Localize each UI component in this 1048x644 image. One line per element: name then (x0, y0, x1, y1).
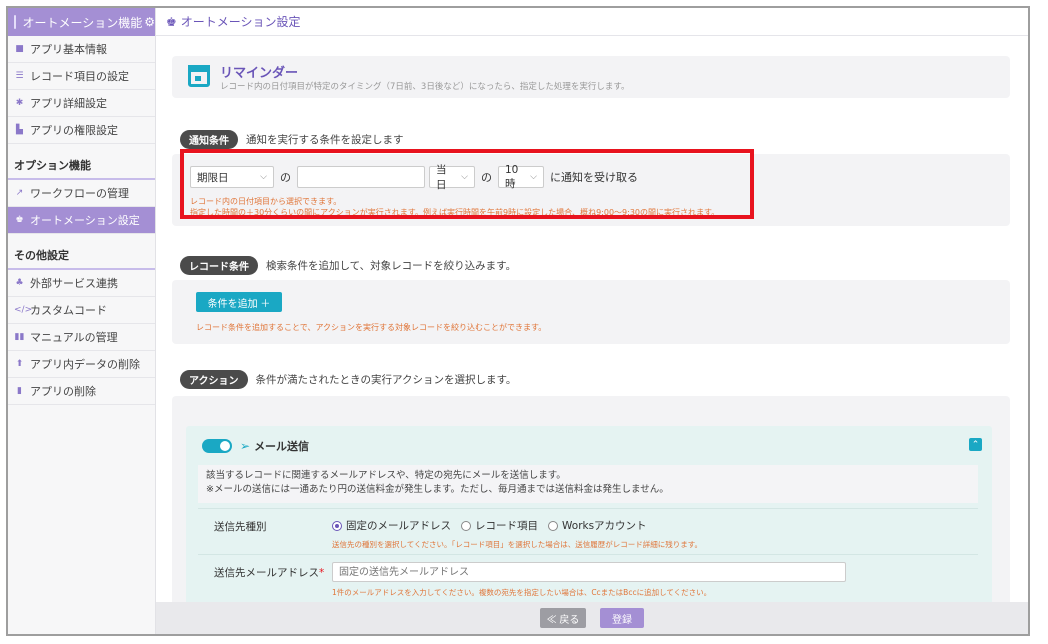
radio-record-field-label: レコード項目 (475, 520, 538, 532)
delete-data-icon: ⬆ (15, 359, 24, 369)
radio-works-account-label: Worksアカウント (562, 520, 647, 532)
collapse-icon[interactable]: ⌃ (969, 438, 982, 451)
destination-email-row: 送信先メールアドレス* 1件のメールアドレスを入力してください。複数の宛先を指定… (198, 554, 978, 600)
mail-action-header: ➢ メール送信 (202, 438, 309, 454)
mail-action-card: ➢ メール送信 ⌃ 該当するレコードに関連するメールアドレスや、特定の宛先にメー… (186, 426, 992, 602)
footer-bar: ≪ 戻る 登録 (156, 602, 1028, 634)
mail-description-line-2: ※メールの送信には一通あたり円の送信料金が発生します。ただし、毎月通までは送信料… (206, 484, 669, 495)
reminder-description: レコード内の日付項目が特定のタイミング（7日前、3日後など）になったら、指定した… (220, 82, 630, 92)
sidebar-item-manual[interactable]: ▮▮ マニュアルの管理 (8, 324, 155, 351)
back-button[interactable]: ≪ 戻る (540, 608, 586, 628)
action-section-header: アクション 条件が満たされたときの実行アクションを選択します。 (180, 370, 516, 389)
mail-description-line-1: 該当するレコードに関連するメールアドレスや、特定の宛先にメールを送信します。 (206, 470, 566, 481)
mail-description: 該当するレコードに関連するメールアドレスや、特定の宛先にメールを送信します。 ※… (198, 465, 978, 503)
app-window: オートメーション機能 ⚙ ■ アプリ基本情報 ☰ レコード項目の設定 ✱ アプリ… (6, 6, 1030, 636)
destination-email-input[interactable] (332, 562, 846, 582)
gear-icon[interactable]: ⚙ (144, 15, 155, 29)
link-icon: ♣ (15, 278, 24, 288)
record-pill: レコード条件 (180, 256, 258, 275)
sidebar-item-label: アプリの権限設定 (30, 124, 118, 137)
destination-type-label: 送信先種別 (214, 521, 267, 533)
destination-type-hint: 送信先の種別を選択してください。「レコード項目」を選択した場合は、送信履歴がレコ… (332, 540, 703, 549)
action-section-text: 条件が満たされたときの実行アクションを選択します。 (255, 374, 517, 386)
radio-fixed-email-label: 固定のメールアドレス (346, 520, 451, 532)
record-note: レコード条件を追加することで、アクションを実行する対象レコードを絞り込むことがで… (196, 323, 547, 332)
highlight-box (180, 149, 754, 219)
mail-enable-toggle[interactable] (202, 439, 232, 453)
sidebar-header: オートメーション機能 ⚙ (8, 8, 155, 36)
sidebar-item-custom-code[interactable]: </> カスタムコード (8, 297, 155, 324)
page-title: オートメーション設定 (180, 15, 301, 29)
sidebar-item-external[interactable]: ♣ 外部サービス連携 (8, 270, 155, 297)
send-icon: ➢ (240, 439, 251, 453)
notify-section-text: 通知を実行する条件を設定します (246, 134, 404, 146)
list-icon: ☰ (15, 71, 24, 81)
sidebar-item-label: アプリ基本情報 (30, 43, 107, 56)
automation-icon: ♚ (166, 14, 177, 29)
sidebar-item-workflow[interactable]: ↗ ワークフローの管理 (8, 180, 155, 207)
required-mark: * (319, 567, 325, 579)
sidebar-item-app-info[interactable]: ■ アプリ基本情報 (8, 36, 155, 63)
destination-type-row: 送信先種別 固定のメールアドレス レコード項目 Worksアカウント 送信先の種… (198, 508, 978, 554)
reminder-header: リマインダー レコード内の日付項目が特定のタイミング（7日前、3日後など）になっ… (172, 56, 1010, 98)
calendar-icon (188, 65, 210, 87)
code-icon: </> (14, 305, 33, 315)
sidebar-item-label: レコード項目の設定 (30, 70, 129, 83)
sidebar-group-other: その他設定 (8, 242, 155, 270)
sidebar-header-title: オートメーション機能 (22, 15, 143, 30)
submit-button[interactable]: 登録 (600, 608, 644, 628)
reminder-title: リマインダー (220, 66, 299, 81)
sidebar-item-label: ワークフローの管理 (30, 187, 129, 200)
action-panel: ➢ メール送信 ⌃ 該当するレコードに関連するメールアドレスや、特定の宛先にメー… (172, 396, 1010, 602)
topbar: ♚ オートメーション設定 (156, 8, 1028, 36)
sidebar-item-app-details[interactable]: ✱ アプリ詳細設定 (8, 90, 155, 117)
info-icon: ■ (15, 44, 24, 54)
destination-type-radios: 固定のメールアドレス レコード項目 Worksアカウント (332, 518, 657, 533)
destination-email-hint: 1件のメールアドレスを入力してください。複数の宛先を指定したい場合は、Ccまたは… (332, 588, 712, 597)
workflow-icon: ↗ (15, 188, 24, 198)
destination-email-label-text: 送信先メールアドレス (214, 567, 319, 579)
sidebar-item-label: マニュアルの管理 (30, 331, 118, 344)
sidebar-item-automation[interactable]: ♚ オートメーション設定 (8, 207, 155, 234)
radio-record-field[interactable] (461, 520, 471, 531)
sidebar: オートメーション機能 ⚙ ■ アプリ基本情報 ☰ レコード項目の設定 ✱ アプリ… (8, 8, 156, 634)
radio-fixed-email[interactable] (332, 520, 342, 531)
sidebar-item-label: アプリ内データの削除 (30, 358, 140, 371)
sidebar-item-delete-data[interactable]: ⬆ アプリ内データの削除 (8, 351, 155, 378)
automation-icon: ♚ (15, 215, 24, 225)
notify-section-header: 通知条件 通知を実行する条件を設定します (180, 130, 404, 149)
add-condition-button[interactable]: 条件を追加 ＋ (196, 292, 282, 312)
destination-email-label: 送信先メールアドレス* (214, 565, 324, 580)
gear-icon: ✱ (15, 98, 24, 108)
mail-action-title: メール送信 (254, 440, 310, 453)
sidebar-item-label: アプリ詳細設定 (30, 97, 107, 110)
sidebar-item-label: 外部サービス連携 (30, 277, 118, 290)
app-logo-icon (14, 15, 17, 29)
sidebar-item-label: オートメーション設定 (30, 214, 140, 227)
notify-pill: 通知条件 (180, 130, 238, 149)
users-icon: ▙ (16, 125, 23, 135)
sidebar-item-permissions[interactable]: ▙ アプリの権限設定 (8, 117, 155, 144)
sidebar-item-delete-app[interactable]: ▮ アプリの削除 (8, 378, 155, 405)
trash-icon: ▮ (17, 386, 22, 396)
book-icon: ▮▮ (14, 332, 25, 342)
radio-works-account[interactable] (548, 520, 558, 531)
sidebar-group-options: オプション機能 (8, 152, 155, 180)
sidebar-item-label: カスタムコード (30, 304, 107, 317)
sidebar-item-record-fields[interactable]: ☰ レコード項目の設定 (8, 63, 155, 90)
record-section-header: レコード条件 検索条件を追加して、対象レコードを絞り込みます。 (180, 256, 516, 275)
sidebar-item-label: アプリの削除 (30, 385, 96, 398)
main-content: リマインダー レコード内の日付項目が特定のタイミング（7日前、3日後など）になっ… (156, 36, 1028, 602)
record-conditions-panel: 条件を追加 ＋ レコード条件を追加することで、アクションを実行する対象レコードを… (172, 280, 1010, 344)
record-section-text: 検索条件を追加して、対象レコードを絞り込みます。 (266, 260, 517, 272)
action-pill: アクション (180, 370, 248, 389)
